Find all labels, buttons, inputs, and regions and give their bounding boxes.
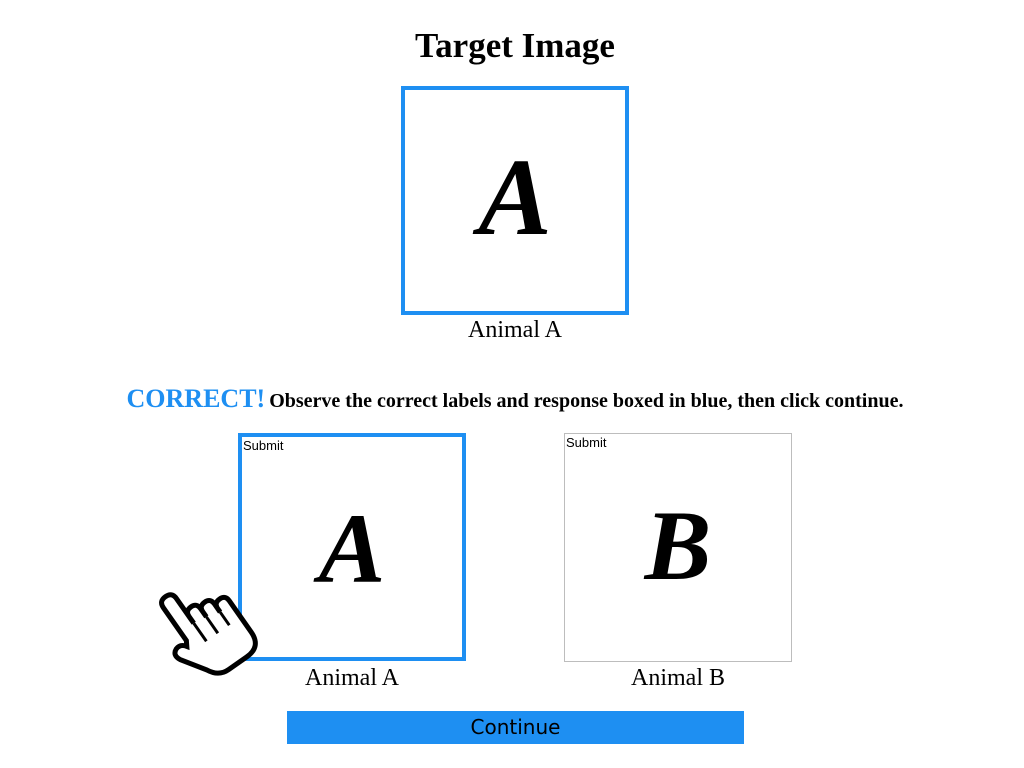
feedback-line: CORRECT! Observe the correct labels and … [0, 384, 1024, 414]
correct-status: CORRECT! [126, 384, 266, 413]
target-image: A [401, 86, 629, 315]
pointing-hand-icon [159, 592, 258, 676]
submit-label: Submit [566, 435, 607, 450]
target-title: Target Image [415, 26, 615, 65]
choice-b-submit-button[interactable]: Submit B [564, 433, 792, 662]
feedback-message: Observe the correct labels and response … [269, 390, 904, 412]
continue-button[interactable]: Continue [287, 711, 744, 744]
choice-b-glyph: B [644, 490, 712, 601]
submit-label: Submit [243, 438, 284, 453]
choice-b-label: Animal B [631, 665, 725, 691]
target-glyph: A [478, 136, 552, 258]
target-label: Animal A [468, 317, 562, 343]
